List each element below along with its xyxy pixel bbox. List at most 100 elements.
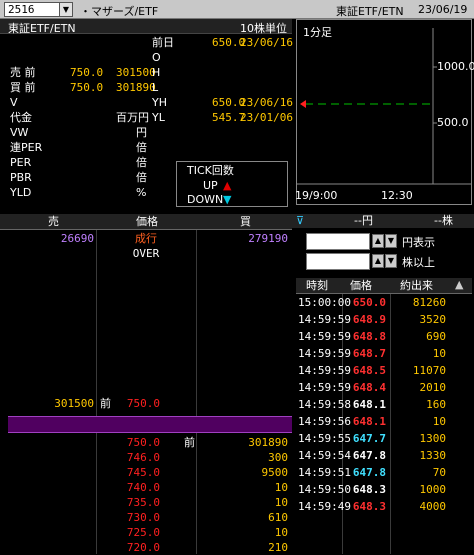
tick-price: 650.0 — [352, 296, 386, 309]
buy-header: 買 — [240, 215, 251, 228]
tick-price: 648.1 — [352, 415, 386, 428]
tick-price-header: 価格 — [350, 279, 372, 292]
tick-price: 648.7 — [352, 347, 386, 360]
bid-price: 746.0 — [126, 451, 160, 464]
quote-header: 東証ETF/ETN 10株単位 — [0, 19, 292, 35]
tick-price: 648.8 — [352, 330, 386, 343]
tick-volume: 1000 — [419, 483, 447, 496]
over-label: OVER — [132, 247, 160, 260]
cons-per-label: 連PER — [10, 141, 43, 154]
price-filter-input[interactable] — [306, 233, 370, 250]
bid-qty: 300 — [268, 451, 288, 464]
tick-price: 647.8 — [352, 449, 386, 462]
per-label: PER — [10, 156, 32, 169]
tick-count-box: TICK回数 UP ▲ DOWN ▼ — [176, 161, 288, 207]
market-sell-qty: 26690 — [60, 232, 94, 245]
bid-qty: 301890 — [248, 436, 288, 449]
tick-time: 14:59:49 — [298, 500, 351, 513]
orderbook: 26690 成行 279190 OVER 301500 前 750.0 750.… — [0, 230, 292, 554]
bid-price: 725.0 — [126, 526, 160, 539]
x-tick-label-right: 12:30 — [381, 189, 413, 202]
share-min-label: 株以上 — [402, 256, 435, 269]
chevron-down-icon[interactable]: ▼ — [59, 2, 73, 17]
pbr-unit: 倍 — [136, 171, 147, 184]
tick-title: TICK回数 — [187, 164, 234, 177]
tick-time: 14:59:59 — [298, 313, 351, 326]
yield-label: YLD — [10, 186, 32, 199]
ask-price: 750.0 — [70, 66, 104, 79]
code-input[interactable]: 2516 — [4, 2, 60, 17]
x-tick-label-left: 19/9:00 — [295, 189, 338, 202]
bid-qty: 210 — [268, 541, 288, 554]
market-buy-qty: 279190 — [248, 232, 288, 245]
price-header: 価格 — [136, 215, 158, 228]
ask-mark: 前 — [100, 397, 111, 410]
tick-volume: 1330 — [419, 449, 447, 462]
tick-volume: 690 — [426, 330, 446, 343]
price-down-icon[interactable]: ▼ — [385, 234, 397, 248]
ask-label: 売 前 — [10, 66, 36, 79]
cons-per-unit: 倍 — [136, 141, 147, 154]
time-header: 時刻 — [306, 279, 328, 292]
pbr-label: PBR — [10, 171, 32, 184]
yh-label: YH — [152, 96, 167, 109]
bid-qty: 10 — [274, 526, 288, 539]
ticks-filter-bar: ⊽ --円 --株 — [292, 214, 474, 228]
trade-unit: 10株単位 — [240, 22, 287, 35]
volume-label: V — [10, 96, 18, 109]
tick-time: 14:59:51 — [298, 466, 351, 479]
bid-price: 720.0 — [126, 541, 160, 554]
title-bar: 2516 ▼ ・マザーズ/ETF 東証ETF/ETN 23/06/19 — [0, 0, 474, 19]
bid-label: 買 前 — [10, 81, 36, 94]
prev-label: 前日 — [152, 36, 174, 49]
y-tick-label-top: 1000.0 — [437, 60, 474, 73]
prev-date: 23/06/16 — [240, 36, 293, 49]
ask-qty-row: 301500 — [54, 397, 94, 410]
tick-volume: 1300 — [419, 432, 447, 445]
tick-volume: 3520 — [419, 313, 447, 326]
y-tick-label-mid: 500.0 — [437, 116, 469, 129]
price-up-icon[interactable]: ▲ — [372, 234, 384, 248]
amount-label: 代金 — [10, 111, 32, 124]
market-order-label: 成行 — [135, 232, 157, 245]
yh-date: 23/06/16 — [240, 96, 293, 109]
tick-volume: 10 — [432, 347, 446, 360]
vwap-label: VW — [10, 126, 29, 139]
funnel-icon[interactable]: ⊽ — [296, 215, 304, 227]
scroll-up-icon[interactable]: ▲ — [455, 279, 463, 291]
tick-price: 648.5 — [352, 364, 386, 377]
ask-qty: 301500 — [116, 66, 156, 79]
intraday-chart[interactable]: 1分足 1000.0 500.0 19/9:00 12:30 — [295, 19, 474, 205]
security-name: ・マザーズ/ETF — [80, 5, 159, 18]
tick-time: 14:59:59 — [298, 330, 351, 343]
bid-price: 735.0 — [126, 496, 160, 509]
amount-unit: 百万円 — [116, 111, 149, 124]
chart-canvas — [297, 28, 471, 185]
bid-qty: 610 — [268, 511, 288, 524]
market-name: 東証ETF/ETN — [336, 5, 404, 18]
ticks-list[interactable]: 15:00:00 650.0 81260 14:59:59 648.9 3520 14:59… — [296, 294, 472, 554]
orderbook-header: 売 価格 買 — [0, 214, 292, 230]
share-up-icon[interactable]: ▲ — [372, 254, 384, 268]
tick-time: 14:59:59 — [298, 347, 351, 360]
tick-volume: 10 — [432, 415, 446, 428]
bid-qty: 301890 — [116, 81, 156, 94]
vwap-unit: 円 — [136, 126, 147, 139]
share-down-icon[interactable]: ▼ — [385, 254, 397, 268]
tick-volume: 81260 — [412, 296, 446, 309]
bid-price: 740.0 — [126, 481, 160, 494]
tick-time: 14:59:50 — [298, 483, 351, 496]
tick-price: 648.9 — [352, 313, 386, 326]
tick-price: 648.3 — [352, 500, 386, 513]
quote-market: 東証ETF/ETN — [8, 22, 76, 35]
tick-volume: 160 — [426, 398, 446, 411]
per-unit: 倍 — [136, 156, 147, 169]
tick-price: 648.3 — [352, 483, 386, 496]
tick-time: 14:59:59 — [298, 381, 351, 394]
share-filter-input[interactable] — [306, 253, 370, 270]
current-date: 23/06/19 — [418, 3, 468, 16]
bid-qty: 10 — [274, 496, 288, 509]
ticks-header: 時刻 価格 約出来 ▲ — [296, 278, 472, 294]
tick-time: 14:59:59 — [298, 364, 351, 377]
tick-time: 14:59:54 — [298, 449, 351, 462]
